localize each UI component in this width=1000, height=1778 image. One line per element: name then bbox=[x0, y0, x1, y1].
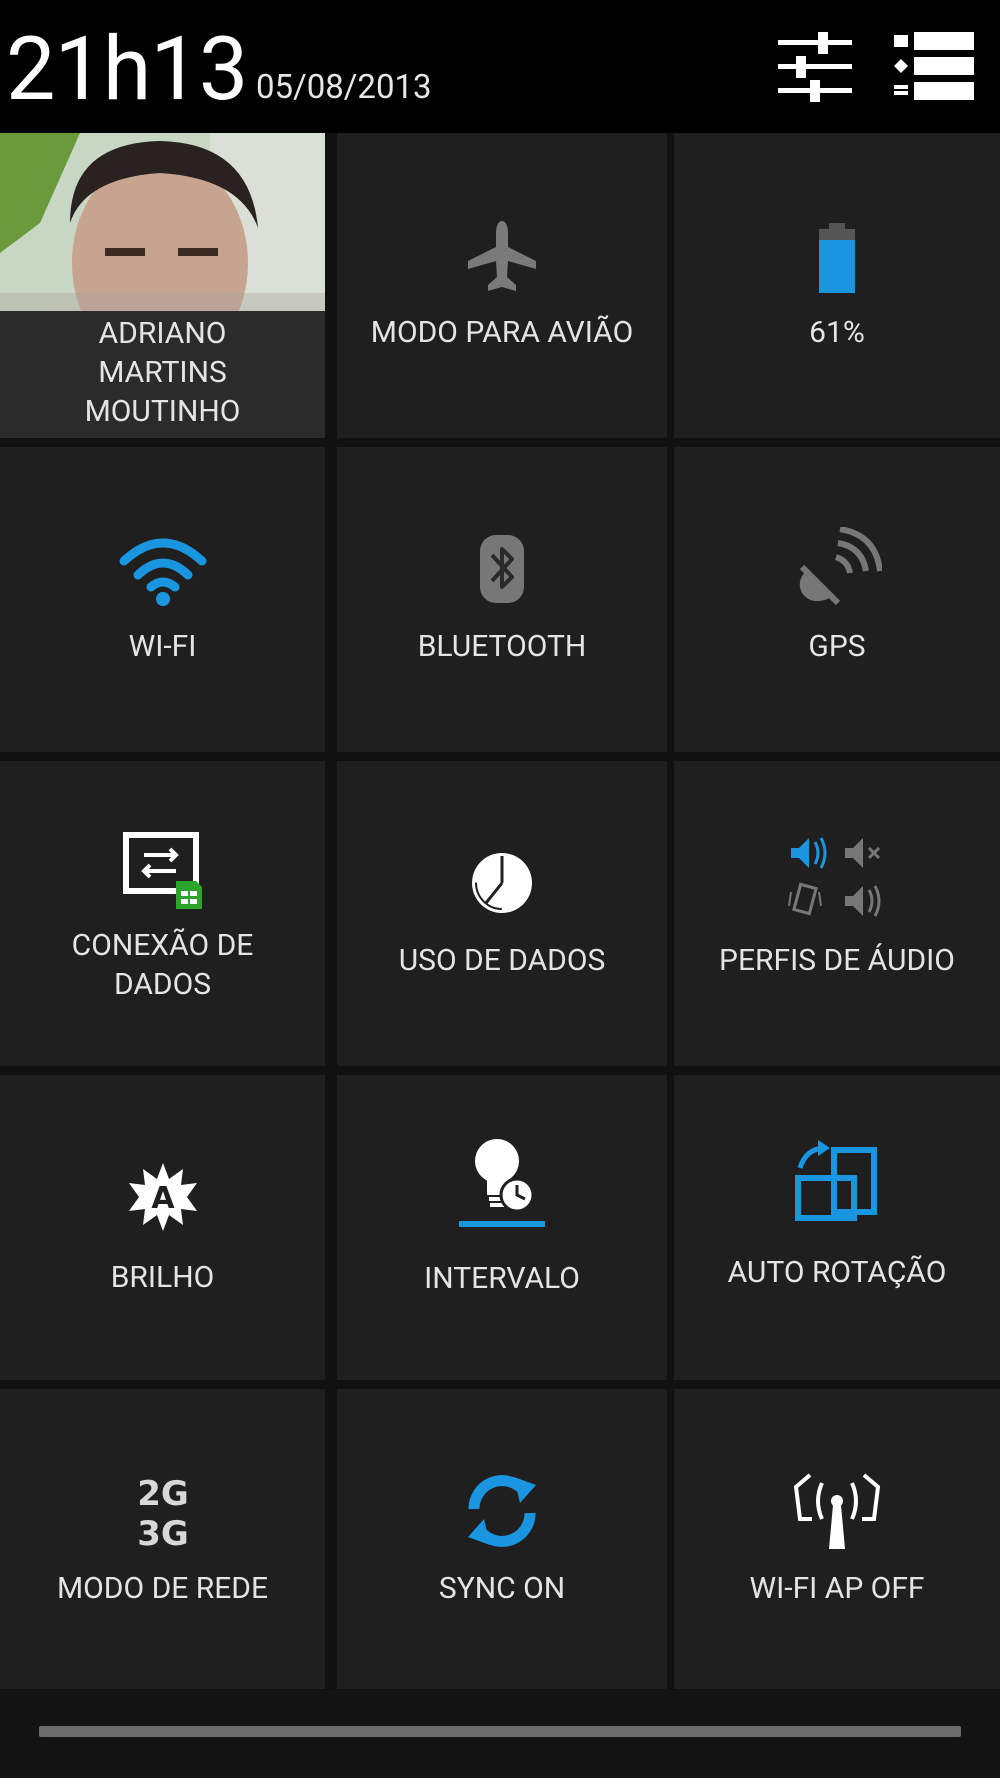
clock-date: 05/08/2013 bbox=[256, 68, 432, 107]
screen-timeout-icon bbox=[459, 1139, 545, 1227]
battery-tile[interactable]: 61% bbox=[674, 133, 1000, 438]
user-avatar bbox=[0, 133, 325, 311]
audio-profiles-label: PERFIS DE ÁUDIO bbox=[719, 943, 955, 978]
data-connection-icon bbox=[122, 832, 202, 909]
user-profile-tile[interactable]: ADRIANO MARTINS MOUTINHO bbox=[0, 133, 325, 438]
audio-profiles-icon bbox=[788, 837, 881, 917]
settings-button[interactable] bbox=[770, 28, 860, 104]
svg-text:2G: 2G bbox=[137, 1474, 189, 1514]
settings-sliders-icon bbox=[778, 32, 852, 102]
clock-time: 21h13 bbox=[6, 18, 248, 121]
wifi-hotspot-toggle[interactable]: WI-FI AP OFF bbox=[674, 1389, 1000, 1689]
bluetooth-toggle[interactable]: BLUETOOTH bbox=[337, 447, 667, 752]
drag-handle[interactable] bbox=[39, 1726, 961, 1737]
mobile-data-label: CONEXÃO DE DADOS bbox=[71, 928, 254, 1002]
data-usage-tile[interactable]: USO DE DADOS bbox=[337, 761, 667, 1066]
airplane-mode-label: MODO PARA AVIÃO bbox=[370, 315, 634, 350]
panel-bottom bbox=[0, 1690, 1000, 1778]
svg-text:3G: 3G bbox=[137, 1514, 189, 1551]
bluetooth-label: BLUETOOTH bbox=[417, 629, 587, 664]
airplane-icon bbox=[468, 221, 536, 291]
wifi-toggle[interactable]: WI-FI bbox=[0, 447, 325, 752]
bluetooth-icon bbox=[480, 535, 524, 603]
notifications-list-button[interactable] bbox=[890, 28, 980, 104]
wifi-hotspot-icon bbox=[793, 1473, 881, 1549]
battery-percent: 61% bbox=[809, 315, 865, 350]
brightness-auto-icon: A bbox=[128, 1163, 197, 1231]
sync-toggle[interactable]: SYNC ON bbox=[337, 1389, 667, 1689]
wifi-hotspot-label: WI-FI AP OFF bbox=[749, 1571, 925, 1606]
mobile-data-toggle[interactable]: CONEXÃO DE DADOS bbox=[0, 761, 325, 1066]
user-name: ADRIANO MARTINS MOUTINHO bbox=[84, 316, 241, 429]
screen-timeout-label: INTERVALO bbox=[424, 1261, 580, 1296]
sync-label: SYNC ON bbox=[438, 1571, 566, 1606]
gps-toggle[interactable]: GPS bbox=[674, 447, 1000, 752]
wifi-icon bbox=[119, 538, 206, 606]
network-mode-2g-3g-icon: 2G 3G bbox=[137, 1474, 189, 1551]
airplane-mode-toggle[interactable]: MODO PARA AVIÃO bbox=[337, 133, 667, 438]
gps-satellite-icon bbox=[799, 527, 882, 606]
auto-rotate-icon bbox=[795, 1140, 877, 1221]
sync-icon bbox=[468, 1475, 536, 1547]
network-mode-tile[interactable]: 2G 3G MODO DE REDE bbox=[0, 1389, 325, 1689]
brightness-label: BRILHO bbox=[110, 1260, 215, 1295]
data-usage-label: USO DE DADOS bbox=[398, 943, 606, 978]
quick-settings-grid: ADRIANO MARTINS MOUTINHO MODO PARA AVIÃO… bbox=[0, 133, 1000, 1690]
brightness-tile[interactable]: A BRILHO bbox=[0, 1075, 325, 1380]
svg-text:A: A bbox=[151, 1181, 175, 1216]
audio-profiles-tile[interactable]: PERFIS DE ÁUDIO bbox=[674, 761, 1000, 1066]
data-usage-clock-icon bbox=[472, 853, 532, 913]
auto-rotation-label: AUTO ROTAÇÃO bbox=[727, 1255, 947, 1290]
network-mode-label: MODO DE REDE bbox=[56, 1571, 269, 1606]
gps-label: GPS bbox=[808, 629, 866, 664]
auto-rotation-toggle[interactable]: AUTO ROTAÇÃO bbox=[674, 1075, 1000, 1380]
screen-timeout-tile[interactable]: INTERVALO bbox=[337, 1075, 667, 1380]
wifi-label: WI-FI bbox=[128, 629, 197, 664]
battery-icon bbox=[819, 223, 855, 293]
notifications-list-icon bbox=[894, 32, 974, 100]
status-header: 21h13 05/08/2013 bbox=[0, 0, 1000, 133]
